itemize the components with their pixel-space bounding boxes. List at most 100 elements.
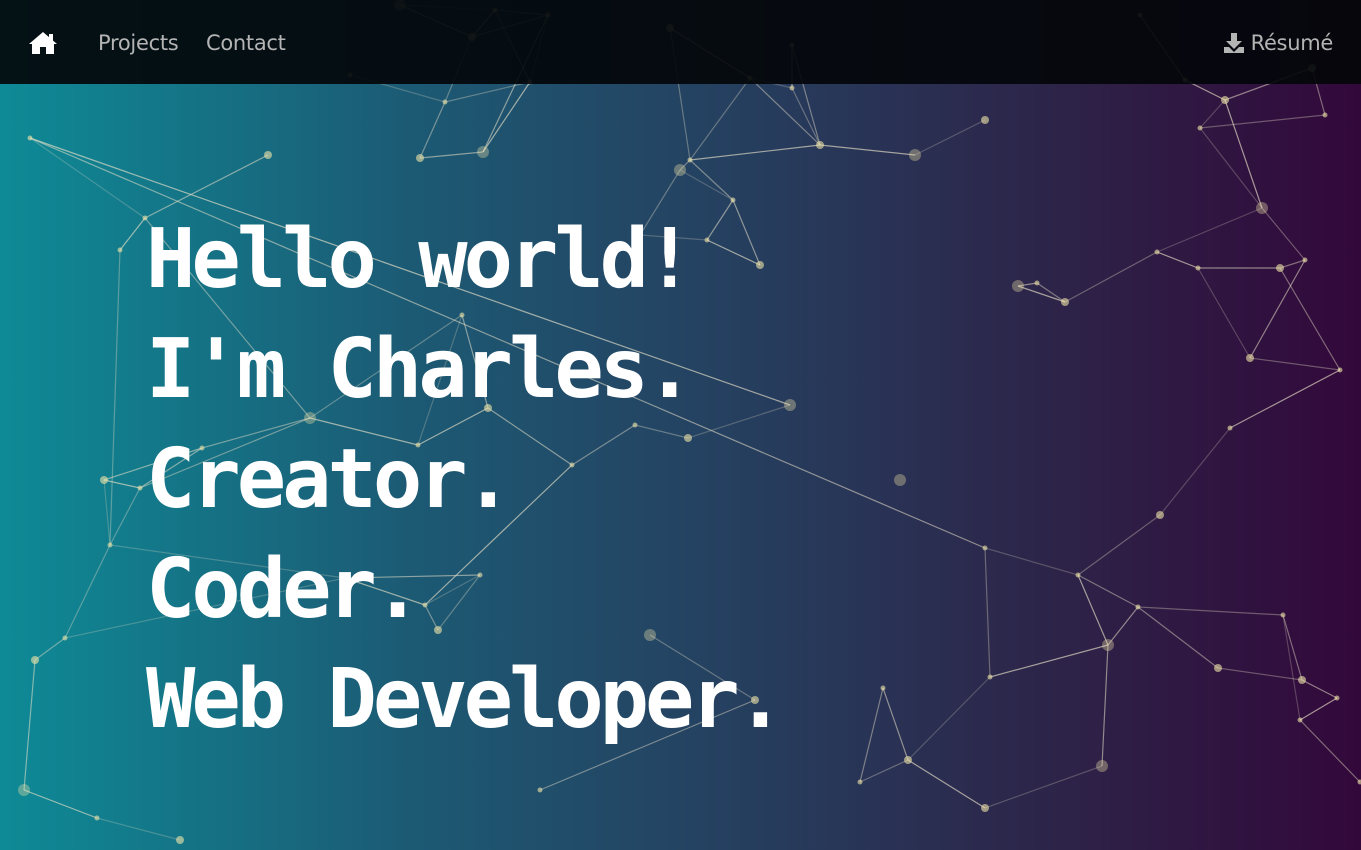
- network-node: [1075, 572, 1081, 578]
- network-link: [1107, 606, 1139, 646]
- network-link: [1249, 357, 1341, 371]
- network-link: [1036, 282, 1066, 303]
- network-node: [1221, 96, 1229, 104]
- network-node: [880, 685, 886, 691]
- network-node: [1276, 264, 1284, 272]
- network-node: [730, 197, 736, 203]
- network-link: [96, 817, 181, 841]
- network-link: [1064, 251, 1158, 303]
- network-node: [1298, 676, 1306, 684]
- network-link: [103, 479, 111, 546]
- network-link: [109, 249, 121, 546]
- network-link: [34, 637, 66, 661]
- network-link: [819, 144, 916, 156]
- network-node: [784, 399, 796, 411]
- network-node: [981, 116, 989, 124]
- network-link: [109, 487, 141, 546]
- network-link: [23, 659, 36, 791]
- network-link: [1261, 207, 1306, 261]
- network-node: [1197, 125, 1203, 131]
- network-node: [816, 141, 824, 149]
- network-link: [419, 151, 484, 159]
- network-link: [907, 759, 986, 809]
- network-link: [1077, 574, 1139, 608]
- network-node: [982, 545, 988, 551]
- network-node: [100, 476, 108, 484]
- network-node: [981, 804, 989, 812]
- network-node: [1012, 280, 1024, 292]
- network-node: [909, 149, 921, 161]
- network-link: [1137, 606, 1219, 669]
- network-link: [1101, 644, 1109, 767]
- network-node: [27, 135, 33, 141]
- network-link: [103, 479, 141, 489]
- hero-line-web-developer: Web Developer.: [146, 652, 785, 747]
- network-link: [1249, 259, 1306, 359]
- network-node: [1227, 425, 1233, 431]
- network-node: [62, 635, 68, 641]
- network-link: [23, 789, 98, 819]
- network-node: [904, 756, 912, 764]
- hero-line-greeting: Hello world!: [146, 212, 694, 307]
- resume-download-link[interactable]: Résumé: [1223, 30, 1333, 56]
- network-node: [789, 85, 795, 91]
- network-node: [687, 157, 693, 163]
- network-link: [1229, 369, 1341, 429]
- network-link: [1017, 285, 1066, 303]
- network-node: [264, 151, 272, 159]
- network-node: [1135, 604, 1141, 610]
- network-node: [1302, 257, 1308, 263]
- network-node: [1034, 280, 1040, 286]
- network-node: [1334, 695, 1340, 701]
- network-node: [1297, 717, 1303, 723]
- home-icon[interactable]: [28, 30, 58, 56]
- network-node: [1337, 367, 1343, 373]
- network-link: [1217, 667, 1303, 681]
- nav-link-projects[interactable]: Projects: [98, 30, 179, 56]
- network-link: [749, 77, 821, 146]
- network-link: [1077, 514, 1161, 576]
- network-link: [1301, 679, 1338, 699]
- network-link: [882, 687, 909, 761]
- network-link: [984, 547, 1079, 576]
- network-link: [1199, 127, 1263, 209]
- network-node: [94, 815, 100, 821]
- network-link: [1299, 719, 1361, 783]
- network-node: [1061, 298, 1069, 306]
- network-link: [1159, 427, 1231, 516]
- network-link: [1137, 606, 1284, 616]
- network-link: [1156, 207, 1263, 253]
- network-link: [482, 81, 531, 153]
- network-node: [1156, 511, 1164, 519]
- network-link: [989, 644, 1109, 678]
- hero-heading: Hello world! I'm Charles. Creator. Coder…: [146, 205, 785, 755]
- network-link: [444, 81, 531, 103]
- network-link: [984, 547, 991, 678]
- network-link: [1299, 697, 1338, 721]
- hero-line-creator: Creator.: [146, 432, 513, 527]
- network-node: [1322, 112, 1328, 118]
- network-node: [987, 674, 993, 680]
- resume-label: Résumé: [1250, 31, 1334, 55]
- network-link: [689, 77, 751, 161]
- nav-link-contact[interactable]: Contact: [206, 30, 286, 56]
- network-node: [1280, 612, 1286, 618]
- network-link: [1199, 114, 1326, 129]
- network-link: [119, 217, 146, 251]
- network-node: [1214, 664, 1222, 672]
- network-node: [416, 154, 424, 162]
- download-icon: [1223, 33, 1244, 53]
- hero-line-coder: Coder.: [146, 542, 422, 637]
- network-link: [689, 144, 821, 161]
- network-link: [29, 137, 146, 219]
- network-link: [1279, 267, 1341, 371]
- network-node: [137, 485, 143, 491]
- network-node: [1154, 249, 1160, 255]
- network-node: [117, 247, 123, 253]
- network-link: [1199, 99, 1226, 129]
- network-node: [107, 542, 113, 548]
- network-node: [1096, 760, 1108, 772]
- network-link: [914, 119, 986, 156]
- network-link: [1282, 614, 1301, 721]
- network-link: [984, 765, 1103, 809]
